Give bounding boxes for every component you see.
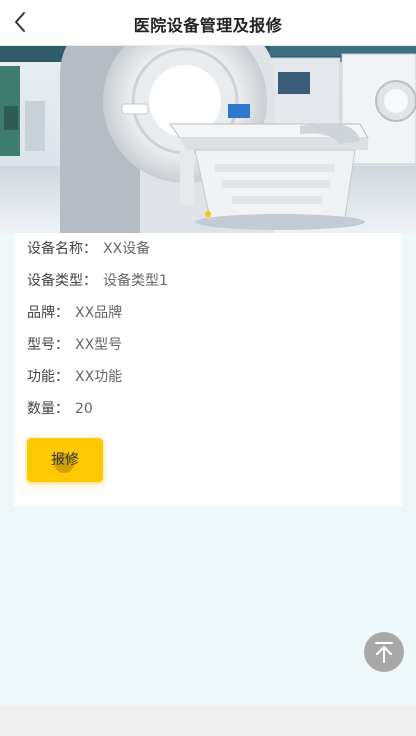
quantity-label: 数量： (27, 401, 69, 417)
repair-button-label: 报修 (51, 452, 79, 468)
repair-button[interactable]: 报修 (27, 438, 103, 482)
page-title: 医院设备管理及报修 (133, 16, 283, 35)
device-type-row: 设备类型： 设备类型1 (27, 271, 168, 291)
function-row: 功能： XX功能 (27, 367, 122, 387)
model-label: 型号： (27, 337, 69, 353)
function-label: 功能： (27, 369, 69, 385)
device-name-label: 设备名称： (27, 241, 97, 257)
device-name-value: XX设备 (103, 241, 151, 257)
arrow-up-to-top-icon (375, 642, 393, 663)
device-info-card: 设备名称： XX设备 设备类型： 设备类型1 品牌： XX品牌 型号： XX型号 功能：… (14, 233, 402, 506)
device-name-row: 设备名称： XX设备 (27, 239, 150, 259)
quantity-value: 20 (75, 401, 93, 417)
device-type-label: 设备类型： (27, 273, 97, 289)
carousel-indicator (0, 202, 416, 221)
carousel-dot-active[interactable] (205, 211, 211, 217)
brand-value: XX品牌 (75, 305, 123, 321)
bottom-bar (0, 705, 416, 736)
quantity-row: 数量： 20 (27, 399, 93, 419)
device-type-value: 设备类型1 (103, 273, 168, 289)
banner-carousel[interactable] (0, 46, 416, 233)
model-value: XX型号 (75, 337, 123, 353)
brand-row: 品牌： XX品牌 (27, 303, 122, 323)
model-row: 型号： XX型号 (27, 335, 122, 355)
function-value: XX功能 (75, 369, 123, 385)
top-nav-bar: 医院设备管理及报修 (0, 0, 416, 46)
brand-label: 品牌： (27, 305, 69, 321)
back-to-top-button[interactable] (364, 632, 404, 672)
